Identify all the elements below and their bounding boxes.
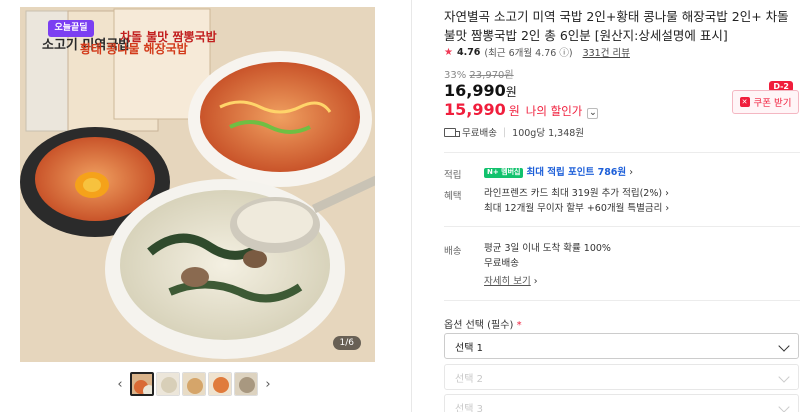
unit-price-text: 100g당 1,348원 bbox=[512, 128, 585, 139]
chevron-down-icon bbox=[778, 371, 790, 383]
my-sale-price-unit: 원 bbox=[508, 104, 520, 118]
thumbnail-strip: ‹ › bbox=[112, 371, 287, 397]
max-points-link[interactable]: 최대 적립 포인트 786원 bbox=[526, 167, 626, 178]
my-sale-price[interactable]: 15,990 원 나의 할인가 ⌄ bbox=[444, 100, 599, 119]
section-divider bbox=[444, 152, 800, 153]
chevron-down-icon bbox=[778, 340, 790, 352]
section-divider bbox=[444, 226, 800, 227]
prev-thumbnail-arrow[interactable]: ‹ bbox=[112, 371, 128, 397]
rating-summary: ★ 4.76 (최근 6개월 4.76 ⓘ) 331건 리뷰 bbox=[444, 45, 630, 60]
free-shipping-text: 무료배송 bbox=[462, 128, 497, 139]
rating-score: 4.76 bbox=[456, 46, 481, 58]
option-select-3[interactable]: 선택 3 bbox=[444, 394, 799, 412]
shipping-summary: 무료배송 | 100g당 1,348원 bbox=[444, 125, 584, 139]
image-page-indicator: 1/6 bbox=[332, 336, 361, 350]
delivery-free: 무료배송 bbox=[484, 258, 519, 269]
discount-percent: 33% bbox=[444, 70, 467, 81]
current-price-value: 16,990 bbox=[444, 81, 506, 100]
thumbnail-3[interactable] bbox=[182, 372, 206, 396]
coupon-button-label: 쿠폰 받기 bbox=[753, 98, 792, 109]
delivery-detail-link[interactable]: 자세히 보기 › bbox=[484, 274, 538, 289]
thumbnail-4[interactable] bbox=[208, 372, 232, 396]
chevron-down-icon bbox=[778, 401, 790, 412]
delivery-estimate: 평균 3일 이내 도착 확률 100% bbox=[484, 243, 611, 254]
review-count-link[interactable]: 331건 리뷰 bbox=[583, 45, 630, 59]
product-info-panel: 자연별곡 소고기 미역 국밥 2인+황태 콩나물 해장국밥 2인+ 차돌 불맛 … bbox=[444, 0, 800, 412]
food-photo: 소고기 미역국밥 황태 콩나물 해장국밥 차돌 불맛 짬뽕국밥 bbox=[20, 7, 375, 362]
coupon-download-button[interactable]: ✕ 쿠폰 받기 bbox=[732, 90, 799, 114]
option-select-3-label: 선택 3 bbox=[455, 403, 483, 412]
truck-icon bbox=[444, 127, 460, 137]
benefit-line-2[interactable]: 최대 12개월 무이자 할부 +60개월 특별금리 › bbox=[484, 201, 669, 216]
thumbnail-1[interactable] bbox=[130, 372, 154, 396]
separator: | bbox=[502, 126, 507, 138]
thumbnail-5[interactable] bbox=[234, 372, 258, 396]
option-select-2[interactable]: 선택 2 bbox=[444, 364, 799, 390]
next-thumbnail-arrow[interactable]: › bbox=[260, 371, 276, 397]
option-select-2-label: 선택 2 bbox=[455, 373, 483, 385]
original-price: 23,970원 bbox=[469, 70, 514, 81]
section-divider bbox=[444, 300, 800, 301]
discount-row: 33% 23,970원 bbox=[444, 66, 514, 81]
package-label: 차돌 불맛 짬뽕국밥 bbox=[120, 29, 217, 44]
benefit-label: 혜택 bbox=[444, 191, 462, 202]
option-select-1-label: 선택 1 bbox=[455, 342, 483, 354]
chevron-down-icon[interactable]: ⌄ bbox=[587, 108, 599, 119]
current-price-unit: 원 bbox=[505, 85, 517, 99]
star-icon: ★ bbox=[444, 46, 453, 58]
product-title: 자연별곡 소고기 미역 국밥 2인+황태 콩나물 해장국밥 2인+ 차돌 불맛 … bbox=[444, 9, 789, 43]
my-sale-price-value: 15,990 bbox=[444, 100, 506, 119]
current-price: 16,990원 bbox=[444, 81, 517, 100]
thumbnail-2[interactable] bbox=[156, 372, 180, 396]
npay-membership-badge: N+ 멤버십 bbox=[484, 167, 524, 178]
benefit-line-1[interactable]: 라인프렌즈 카드 최대 319원 추가 적립(2%) › bbox=[484, 186, 669, 201]
column-divider bbox=[411, 0, 412, 412]
download-icon: ✕ bbox=[739, 97, 750, 107]
product-main-image[interactable]: 소고기 미역국밥 황태 콩나물 해장국밥 차돌 불맛 짬뽕국밥 오늘끝딜 1/6 bbox=[20, 7, 375, 362]
today-deal-badge: 오늘끝딜 bbox=[48, 20, 94, 37]
my-sale-label: 나의 할인가 bbox=[525, 104, 583, 118]
points-value[interactable]: N+ 멤버십 최대 적립 포인트 786원 › bbox=[484, 165, 633, 180]
required-mark: * bbox=[516, 320, 522, 331]
rating-recent: (최근 6개월 4.76 ⓘ) bbox=[484, 48, 573, 59]
delivery-label: 배송 bbox=[444, 246, 462, 257]
option-select-1[interactable]: 선택 1 bbox=[444, 333, 799, 359]
points-label: 적립 bbox=[444, 170, 462, 181]
option-section-title: 옵션 선택 (필수) * bbox=[444, 320, 522, 331]
